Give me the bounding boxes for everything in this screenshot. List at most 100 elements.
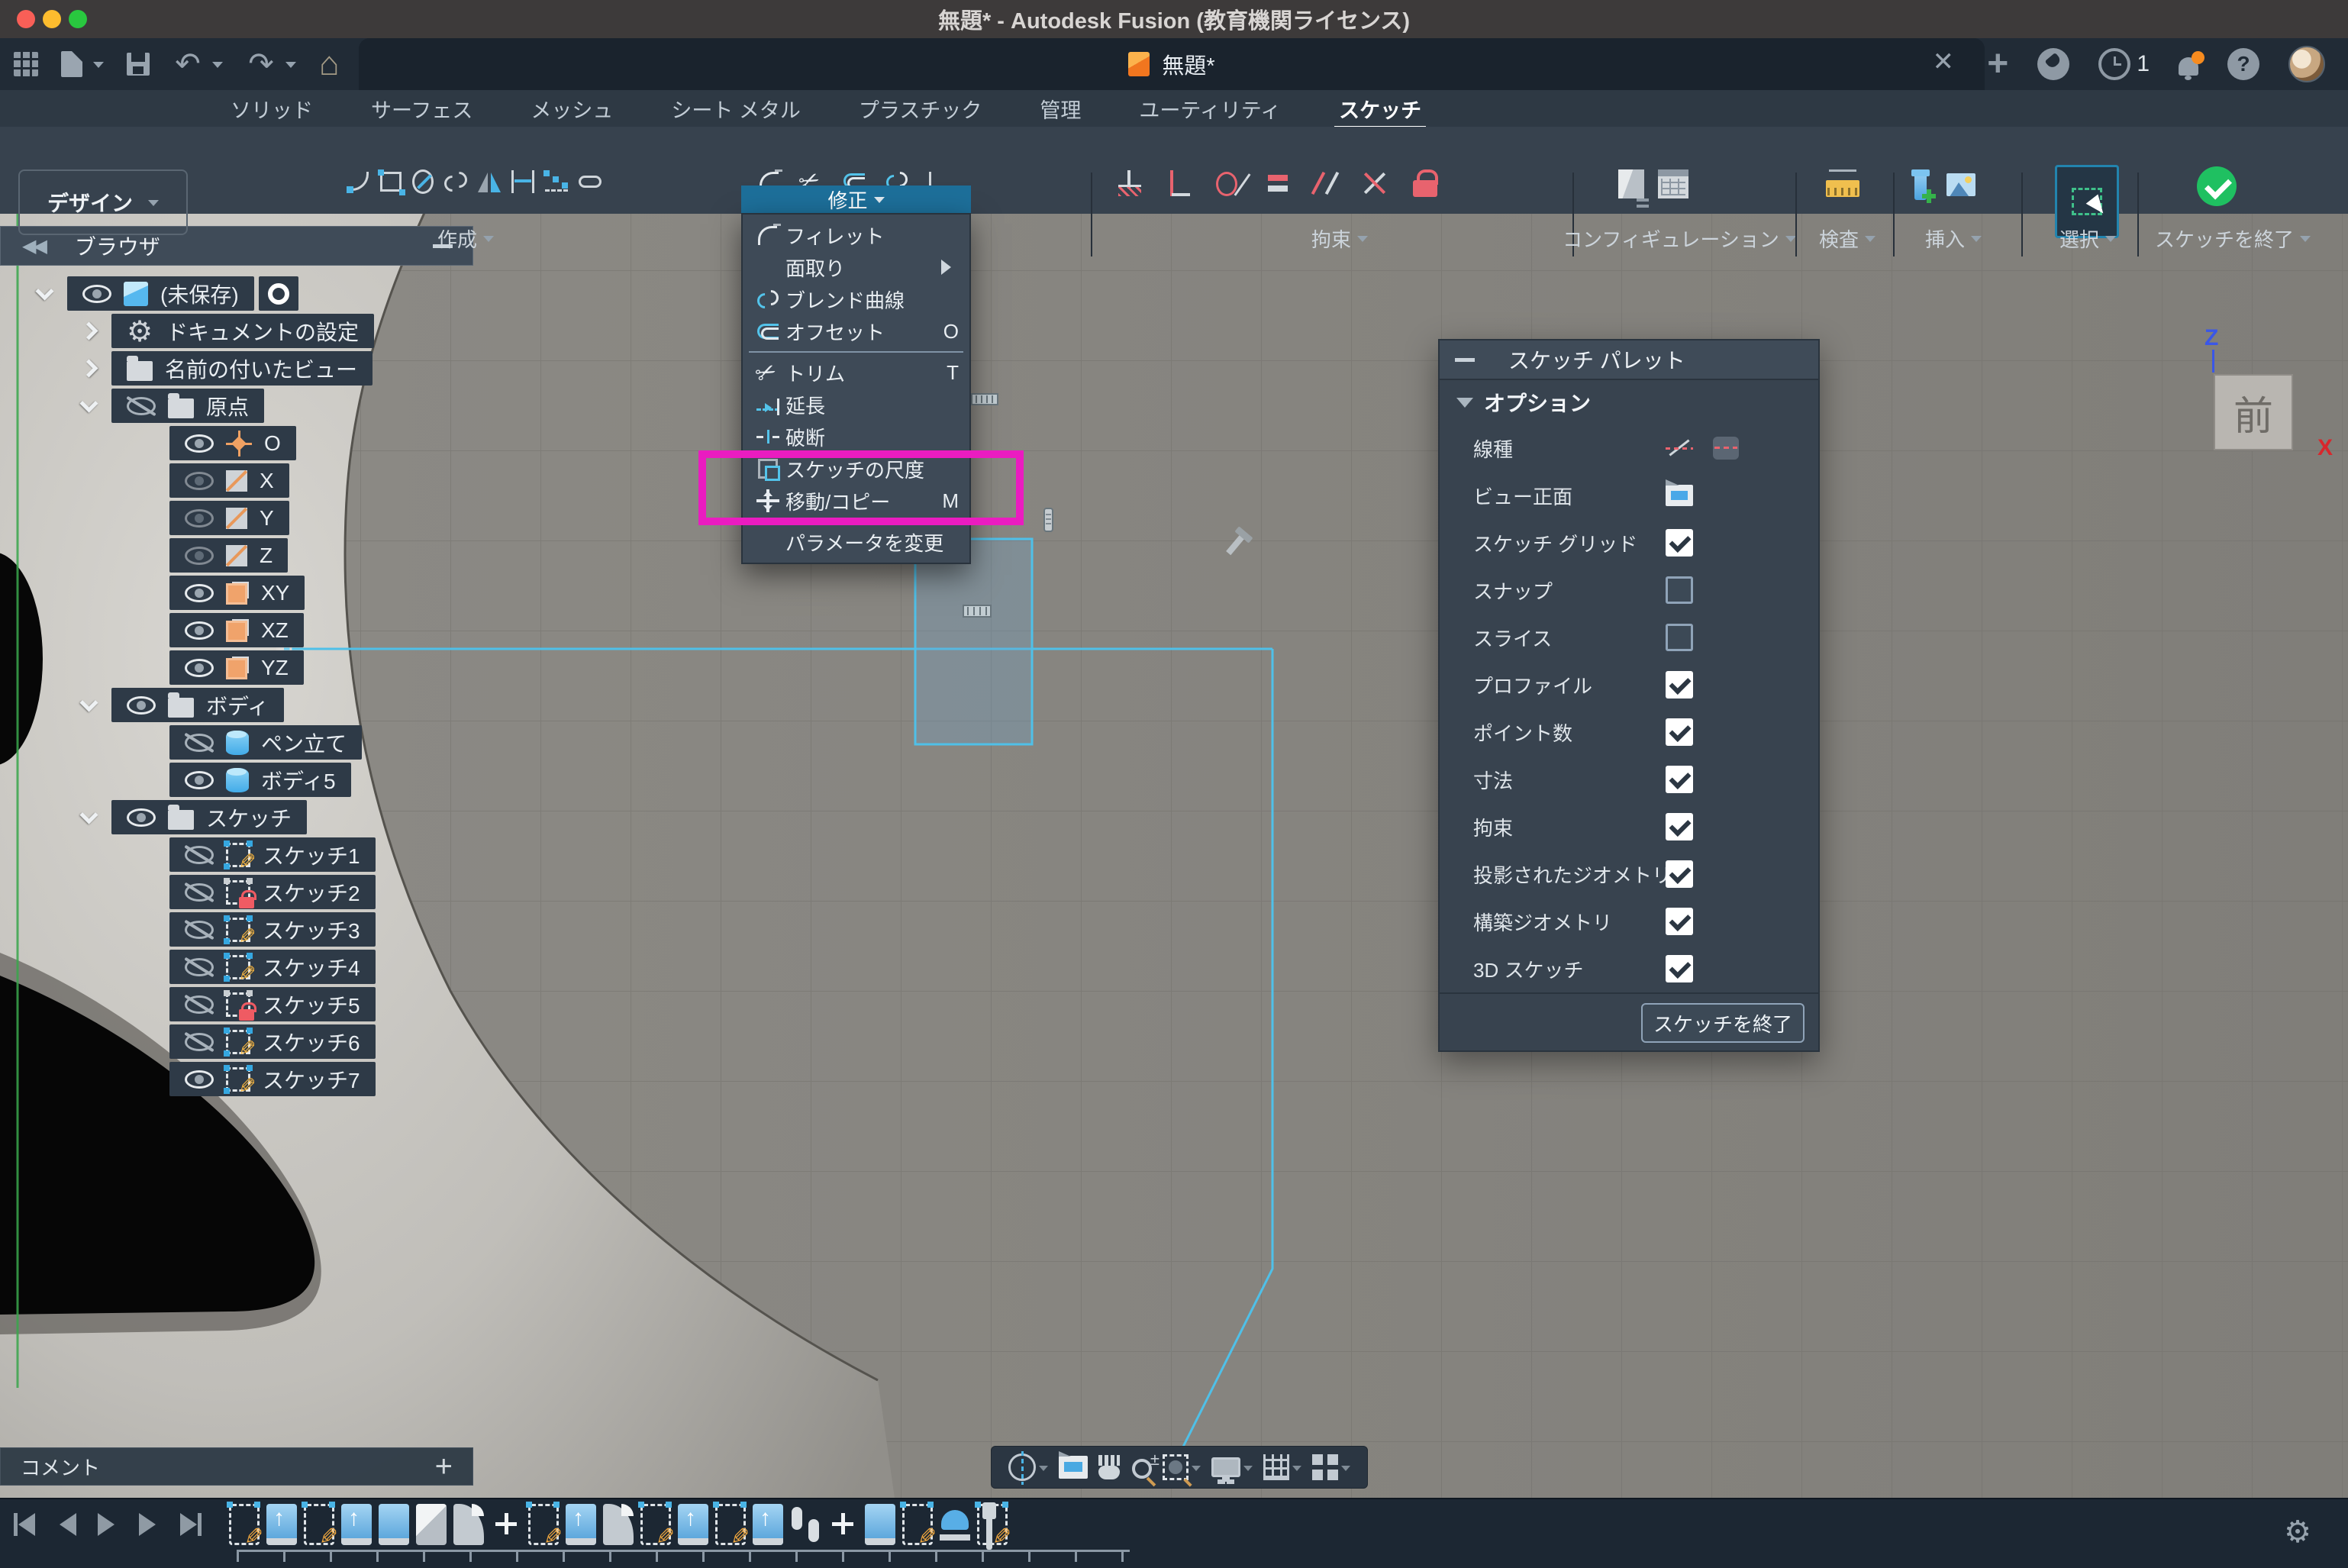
grid-display-icon[interactable] [1263,1454,1289,1480]
tab-シート メタル[interactable]: シート メタル [669,91,802,127]
browser-item-XY[interactable]: XY [169,576,305,610]
display-caret-icon[interactable] [1243,1466,1253,1476]
visibility-icon[interactable] [127,808,156,827]
chevron-down-icon[interactable] [79,806,98,824]
browser-item-スケッチ6[interactable]: スケッチ6 [169,1024,376,1059]
fix-icon[interactable] [1118,170,1141,196]
user-avatar[interactable] [2288,46,2325,82]
timeline-ruler[interactable] [237,1550,1130,1562]
browser-item-XZ[interactable]: XZ [169,613,304,647]
fit-tool[interactable] [1163,1454,1201,1480]
tab-ソリッド[interactable]: ソリッド [229,91,314,127]
menu-item-延長[interactable]: 延長 [743,389,969,421]
browser-item-スケッチ[interactable]: スケッチ [111,800,307,834]
chevron-right-icon[interactable] [79,359,98,377]
undo-icon[interactable] [173,47,203,81]
default-document-badge[interactable] [259,276,298,311]
timeline-feature-sketch-12[interactable] [640,1504,671,1545]
maximize-window-button[interactable] [69,10,87,28]
timeline-feature-sketch-14[interactable] [715,1504,746,1545]
visibility-off-icon[interactable] [185,995,214,1014]
chevron-down-icon[interactable] [79,694,98,712]
スナップ-checkbox[interactable] [1666,576,1693,604]
sketch-palette-header[interactable]: スケッチ パレット [1440,340,1818,380]
timeline-feature-extrude-10[interactable] [566,1504,596,1545]
visibility-off-icon[interactable] [185,958,214,976]
look-at-icon[interactable] [1059,1456,1088,1479]
image-icon[interactable] [1946,173,1975,196]
timeline-feature-sketch-19[interactable] [902,1504,933,1545]
orbit-caret-icon[interactable] [1039,1466,1048,1476]
section-collapse-icon[interactable] [1456,398,1473,416]
visibility-icon[interactable] [185,547,214,565]
extensions-icon[interactable] [2037,48,2069,80]
viewports-icon[interactable] [1312,1454,1338,1480]
visibility-off-icon[interactable] [185,1033,214,1051]
job-status-icon[interactable] [2098,48,2130,80]
file-menu-caret-icon[interactable] [93,62,104,73]
timeline-feature-extrude-2[interactable] [266,1504,297,1545]
close-document-icon[interactable]: ✕ [1933,49,1955,75]
timeline-feature-fillet-7[interactable] [453,1504,484,1545]
display-tool[interactable] [1211,1457,1253,1477]
menu-item-オフセット[interactable]: オフセットO [743,315,969,347]
grid-display-caret-icon[interactable] [1292,1466,1301,1476]
chevron-down-icon[interactable] [35,282,53,301]
browser-item-ドキュメントの設定[interactable]: ドキュメントの設定 [111,314,374,348]
tab-スケッチ[interactable]: スケッチ [1337,91,1423,127]
menu-item-フィレット[interactable]: フィレット [743,219,969,251]
browser-item-Y[interactable]: Y [169,501,289,535]
constraints-group-label[interactable]: 拘束 [1111,224,1569,253]
visibility-icon[interactable] [185,621,214,640]
browser-item-O[interactable]: O [169,426,296,460]
timeline-feature-chamfer-6[interactable] [416,1504,447,1545]
timeline-feature-extrude-13[interactable] [678,1504,708,1545]
visibility-off-icon[interactable] [185,883,214,902]
visibility-icon[interactable] [185,659,214,677]
visibility-off-icon[interactable] [185,734,214,752]
create-group-label[interactable]: 作成 [343,224,588,253]
workspace-selector[interactable]: デザイン [18,169,188,235]
browser-item-ペン立て[interactable]: ペン立て [169,725,362,760]
construction-line-icon[interactable] [1666,436,1693,460]
insert-group-label[interactable]: 挿入 [1908,224,1998,253]
visibility-icon[interactable] [185,771,214,789]
browser-item-スケッチ1[interactable]: スケッチ1 [169,837,376,872]
fit-point-spline-icon[interactable] [545,172,568,192]
zoom-icon[interactable] [1132,1459,1152,1479]
viewcube-front-face[interactable]: 前 [2214,374,2293,450]
comment-bar[interactable]: コメント + [0,1447,473,1486]
file-menu-icon[interactable] [61,51,82,77]
visibility-icon[interactable] [185,584,214,602]
timeline-feature-move-8[interactable] [491,1504,521,1545]
tangent-icon[interactable] [1216,170,1242,196]
play-icon[interactable] [96,1512,119,1537]
tab-メッシュ[interactable]: メッシュ [529,91,614,127]
menu-item-破断[interactable]: 破断 [743,421,969,453]
app-launcher-icon[interactable] [14,52,38,76]
parallel-icon[interactable] [1314,171,1337,195]
timeline-feature-sketch-1[interactable] [229,1504,260,1545]
timeline-feature-fillet-11[interactable] [603,1504,634,1545]
step-back-icon[interactable] [55,1512,78,1537]
look-at-tool[interactable] [1059,1456,1088,1479]
visibility-icon[interactable] [127,696,156,715]
measure-icon[interactable] [1826,180,1859,197]
browser-item-(未保存)[interactable]: (未保存) [67,276,254,311]
perpendicular-icon[interactable] [1167,170,1190,196]
browser-item-ボディ[interactable]: ボディ [111,688,284,722]
スケッチ グリッド-checkbox[interactable] [1666,529,1693,557]
finish-check-icon[interactable] [2197,166,2237,206]
menu-item-パラメータを変更[interactable]: パラメータを変更 [743,526,969,558]
tab-プラスチック[interactable]: プラスチック [857,91,983,127]
menu-item-トリム[interactable]: トリムT [743,357,969,389]
save-icon[interactable] [127,53,150,76]
visibility-off-icon[interactable] [185,921,214,939]
palette-minimize-icon[interactable] [1455,358,1475,362]
look-at-sketch-icon[interactable] [1666,485,1693,506]
fit-caret-icon[interactable] [1192,1466,1201,1476]
visibility-icon[interactable] [185,1070,214,1089]
palette-options-section[interactable]: オプション [1440,380,1818,424]
browser-item-Z[interactable]: Z [169,538,288,573]
browser-item-スケッチ7[interactable]: スケッチ7 [169,1062,376,1096]
